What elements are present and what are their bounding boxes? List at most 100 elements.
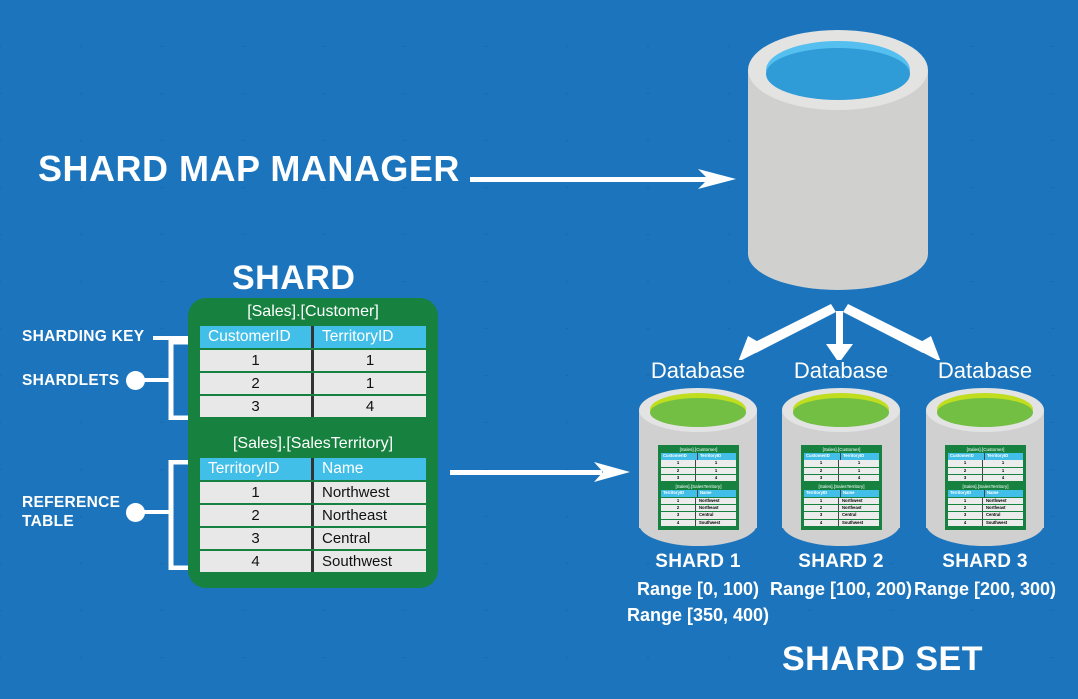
mini-table-row: 4 Southwest: [804, 519, 879, 527]
label-shardlets: SHARDLETS: [22, 372, 120, 389]
mini-cell: 1: [804, 460, 838, 467]
mini-table-header-row: CustomerID TerritoryID: [948, 453, 1023, 460]
label-reference-table-line1: REFERENCE: [22, 494, 121, 511]
mini-cell: 1: [696, 467, 736, 475]
table-header-row: TerritoryID Name: [200, 458, 426, 480]
mini-cell: 1: [804, 497, 838, 505]
mini-cell: 1: [983, 460, 1023, 467]
section-title-shard-set: SHARD SET: [782, 640, 983, 678]
mini-table-row: 1 1: [948, 460, 1023, 467]
mini-cell: 4: [839, 474, 879, 482]
shard-3-db-label: Database: [937, 358, 1033, 383]
cell-name: Southwest: [314, 551, 426, 572]
mini-column-header: TerritoryID: [985, 453, 1023, 460]
table-row: 1 Northwest: [200, 482, 426, 503]
mini-cell: 1: [661, 497, 695, 505]
table-row: 1 1: [200, 350, 426, 371]
shard-2-db-label: Database: [793, 358, 889, 383]
mini-cell: Central: [983, 512, 1023, 519]
cell-territoryid: 1: [200, 482, 311, 503]
column-header-name: Name: [314, 458, 426, 480]
mini-table-row: 1 Northwest: [661, 497, 736, 505]
mini-table-row: 3 Central: [948, 512, 1023, 519]
mini-cell: 1: [948, 460, 982, 467]
cell-territoryid: 3: [200, 528, 311, 549]
mini-cell: 1: [696, 460, 736, 467]
table-header-row: CustomerID TerritoryID: [200, 326, 426, 348]
mini-column-header: TerritoryID: [661, 490, 697, 497]
shard-1-name: SHARD 1: [655, 551, 741, 572]
mini-table-row: 2 1: [948, 467, 1023, 475]
mini-cell: Northwest: [839, 497, 879, 505]
mini-cell: 3: [804, 474, 838, 482]
cell-name: Northeast: [314, 505, 426, 526]
shard-2-name: SHARD 2: [798, 551, 884, 572]
cell-territoryid: 1: [314, 373, 426, 394]
cell-name: Central: [314, 528, 426, 549]
shard-3-name: SHARD 3: [942, 551, 1028, 572]
mini-table-row: 4 Southwest: [948, 519, 1023, 527]
section-title-shard: SHARD: [232, 259, 356, 297]
mini-cell: 2: [948, 467, 982, 475]
mini-cell: Northeast: [839, 504, 879, 512]
table-row: 3 4: [200, 396, 426, 417]
mini-cell: 4: [983, 474, 1023, 482]
column-header-customerid: CustomerID: [200, 326, 311, 348]
mini-cell: 1: [839, 460, 879, 467]
table-row: 2 1: [200, 373, 426, 394]
mini-column-header: CustomerID: [661, 453, 697, 460]
mini-cell: Southwest: [983, 519, 1023, 527]
mini-cell: 3: [804, 512, 838, 519]
cell-territoryid: 4: [200, 551, 311, 572]
column-header-territoryid: TerritoryID: [200, 458, 311, 480]
mini-cell: Southwest: [696, 519, 736, 527]
arrow-right-icon: [470, 167, 736, 191]
mini-column-header: TerritoryID: [804, 490, 840, 497]
mini-column-header: Name: [841, 490, 879, 497]
database-cylinder-green-icon-3: [Sales].[Customer] CustomerID TerritoryI…: [926, 388, 1044, 548]
mini-cell: Northeast: [696, 504, 736, 512]
mini-table-header-row: TerritoryID Name: [804, 490, 879, 497]
mini-table-row: 3 4: [948, 474, 1023, 482]
mini-column-header: TerritoryID: [698, 453, 736, 460]
mini-cell: 2: [804, 504, 838, 512]
mini-cell: Central: [839, 512, 879, 519]
arrow-fanout-icon: [620, 300, 1060, 363]
table-customer: CustomerID TerritoryID 1 1 2 1 3 4: [200, 326, 426, 419]
mini-cell: 2: [948, 504, 982, 512]
mini-column-header: TerritoryID: [948, 490, 984, 497]
shard-card: [Sales].[Customer] CustomerID TerritoryI…: [188, 298, 438, 588]
diagram-canvas: SHARD MAP MANAGER SHARD SHARD SET SHARDI…: [0, 0, 1078, 699]
cell-customerid: 3: [200, 396, 311, 417]
mini-cell: 2: [661, 467, 695, 475]
mini-column-header: TerritoryID: [841, 453, 879, 460]
mini-table-header-row: TerritoryID Name: [948, 490, 1023, 497]
mini-cell: Central: [696, 512, 736, 519]
cell-territoryid: 4: [314, 396, 426, 417]
mini-table-row: 4 Southwest: [661, 519, 736, 527]
table-row: 2 Northeast: [200, 505, 426, 526]
mini-cell: 2: [804, 467, 838, 475]
mini-table-row: 2 Northeast: [661, 504, 736, 512]
mini-cell: Northeast: [983, 504, 1023, 512]
arrow-right-shard-to-set-icon: [450, 460, 630, 484]
cell-customerid: 1: [200, 350, 311, 371]
mini-table-header-row: TerritoryID Name: [661, 490, 736, 497]
mini-table-row: 1 1: [804, 460, 879, 467]
shard-3-ranges: Range [200, 300): [913, 579, 1057, 599]
database-cylinder-green-icon-1: [Sales].[Customer] CustomerID TerritoryI…: [639, 388, 757, 548]
mini-column-header: CustomerID: [948, 453, 984, 460]
mini-table-row: 1 Northwest: [948, 497, 1023, 505]
mini-table-row: 1 1: [661, 460, 736, 467]
mini-table-row: 3 Central: [661, 512, 736, 519]
page-title-shard-map-manager: SHARD MAP MANAGER: [38, 148, 460, 189]
mini-column-header: Name: [985, 490, 1023, 497]
mini-cell: 3: [661, 512, 695, 519]
cell-customerid: 2: [200, 373, 311, 394]
mini-cell: Northwest: [983, 497, 1023, 505]
cell-territoryid: 1: [314, 350, 426, 371]
mini-cell: 1: [661, 460, 695, 467]
shard-1-db-label: Database: [650, 358, 746, 383]
mini-column-header: Name: [698, 490, 736, 497]
mini-table-row: 2 1: [661, 467, 736, 475]
